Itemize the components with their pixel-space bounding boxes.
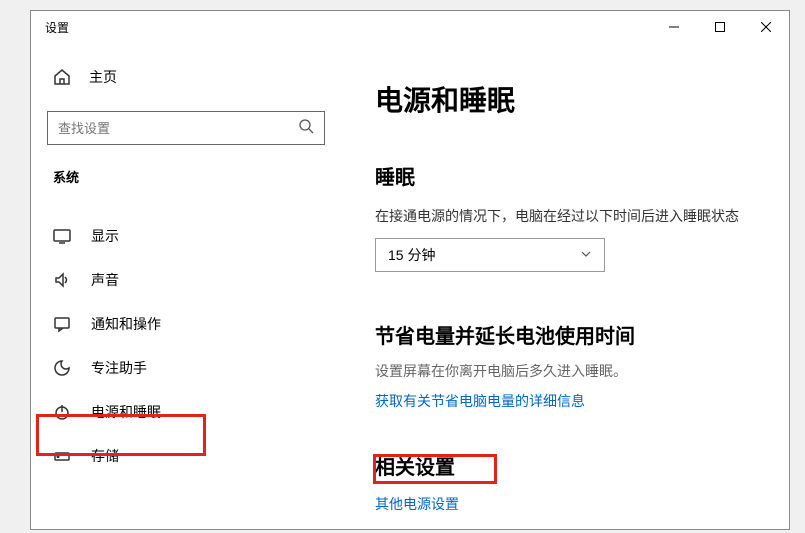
minimize-button[interactable] <box>651 11 697 43</box>
sleep-description: 在接通电源的情况下，电脑在经过以下时间后进入睡眠状态 <box>375 206 765 226</box>
sidebar-item-notifications[interactable]: 通知和操作 <box>47 302 325 346</box>
sidebar-item-focus[interactable]: 专注助手 <box>47 346 325 390</box>
battery-section-title: 节省电量并延长电池使用时间 <box>375 320 765 349</box>
other-power-settings-link[interactable]: 其他电源设置 <box>375 494 459 514</box>
close-button[interactable] <box>743 11 789 43</box>
sidebar-item-storage[interactable]: 存储 <box>47 434 325 478</box>
focus-icon <box>53 359 71 377</box>
sidebar-item-display[interactable]: 显示 <box>47 214 325 258</box>
sidebar-item-power[interactable]: 电源和睡眠 <box>47 390 325 434</box>
sidebar-item-label: 通知和操作 <box>91 314 161 334</box>
display-icon <box>53 227 71 245</box>
sidebar-item-label: 显示 <box>91 226 119 246</box>
storage-icon <box>53 447 71 465</box>
search-input[interactable] <box>58 121 298 136</box>
sound-icon <box>53 271 71 289</box>
page-title: 电源和睡眠 <box>375 79 765 119</box>
titlebar: 设置 <box>31 11 789 43</box>
sidebar-item-label: 声音 <box>91 270 119 290</box>
sidebar-item-label: 专注助手 <box>91 358 147 378</box>
sidebar-item-sound[interactable]: 声音 <box>47 258 325 302</box>
sidebar-item-label: 电源和睡眠 <box>91 402 161 422</box>
sleep-section-title: 睡眠 <box>375 161 765 190</box>
chevron-down-icon <box>580 247 592 263</box>
main-panel: 电源和睡眠 睡眠 在接通电源的情况下，电脑在经过以下时间后进入睡眠状态 15 分… <box>341 43 789 529</box>
dropdown-value: 15 分钟 <box>388 245 435 265</box>
window-title: 设置 <box>45 19 651 36</box>
search-icon <box>298 118 314 139</box>
section-label: 系统 <box>47 167 325 186</box>
nav-list: 显示 声音 通知和操作 <box>47 214 325 478</box>
content-area: 主页 系统 显示 <box>31 43 789 529</box>
sidebar: 主页 系统 显示 <box>31 43 341 529</box>
home-button[interactable]: 主页 <box>47 59 325 95</box>
related-section-title: 相关设置 <box>375 451 765 480</box>
search-box[interactable] <box>47 111 325 145</box>
settings-window: 设置 主页 <box>30 10 790 530</box>
maximize-button[interactable] <box>697 11 743 43</box>
sidebar-item-label: 存储 <box>91 446 119 466</box>
battery-description: 设置屏幕在你离开电脑后多久进入睡眠。 <box>375 361 765 381</box>
battery-info-link[interactable]: 获取有关节省电脑电量的详细信息 <box>375 391 585 411</box>
home-icon <box>53 68 71 86</box>
home-label: 主页 <box>89 67 117 87</box>
power-icon <box>53 403 71 421</box>
sleep-time-dropdown[interactable]: 15 分钟 <box>375 238 605 272</box>
window-controls <box>651 11 789 43</box>
notifications-icon <box>53 315 71 333</box>
